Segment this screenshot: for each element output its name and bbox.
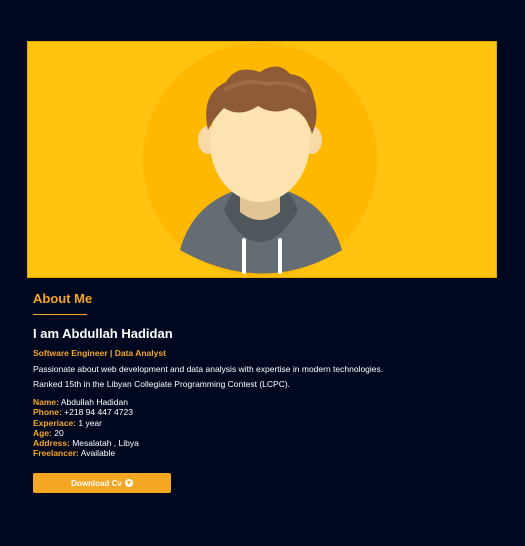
info-value: 20 xyxy=(51,427,64,438)
info-value: Mesalatah , Libya xyxy=(69,438,139,449)
download-icon xyxy=(124,479,133,487)
personal-info-list: Name: Abdullah Hadidan Phone: +218 94 44… xyxy=(33,397,139,459)
info-row-name: Name: Abdullah Hadidan xyxy=(33,397,139,407)
drawstring-right xyxy=(278,238,282,274)
info-label: Phone: xyxy=(33,407,62,418)
avatar-illustration xyxy=(143,43,377,277)
info-value: 1 year xyxy=(76,417,102,428)
info-row-experience: Experiace: 1 year xyxy=(33,418,139,428)
info-value: +218 94 447 4723 xyxy=(61,407,133,418)
section-title-underline xyxy=(33,314,87,315)
download-cv-button[interactable]: Download Cv xyxy=(33,473,171,493)
info-label: Experiace: xyxy=(33,417,76,428)
info-row-freelancer: Freelancer: Available xyxy=(33,448,139,458)
profile-banner xyxy=(27,41,497,278)
info-row-age: Age: 20 xyxy=(33,428,139,438)
job-title: Software Engineer | Data Analyst xyxy=(33,348,166,358)
info-row-address: Address: Mesalatah , Libya xyxy=(33,438,139,448)
about-section-title: About Me xyxy=(33,291,93,306)
bio-description: Passionate about web development and dat… xyxy=(33,364,384,374)
info-row-phone: Phone: +218 94 447 4723 xyxy=(33,407,139,417)
info-label: Freelancer: xyxy=(33,448,79,459)
info-label: Age: xyxy=(33,427,52,438)
info-value: Abdullah Hadidan xyxy=(58,397,128,407)
drawstring-left xyxy=(242,238,246,274)
intro-heading: I am Abdullah Hadidan xyxy=(33,326,173,341)
info-label: Name: xyxy=(33,397,59,407)
bio-achievement: Ranked 15th in the Libyan Collegiate Pro… xyxy=(33,379,291,389)
info-label: Address: xyxy=(33,438,70,449)
info-value: Available xyxy=(78,448,116,459)
download-cv-label: Download Cv xyxy=(71,478,122,488)
